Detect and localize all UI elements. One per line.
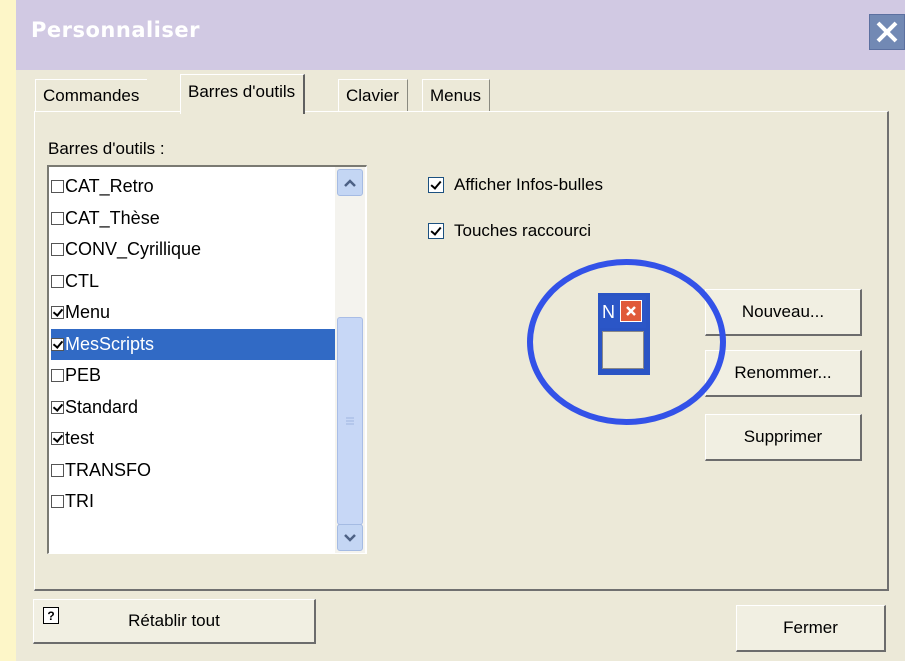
list-item[interactable]: Standard bbox=[51, 392, 335, 423]
list-item-label: TRI bbox=[65, 491, 94, 511]
option-shortcuts[interactable]: Touches raccourci bbox=[428, 221, 591, 241]
tooltips-checkbox[interactable] bbox=[428, 177, 444, 193]
list-item-checkbox[interactable] bbox=[51, 337, 64, 351]
scroll-down-button[interactable] bbox=[337, 524, 363, 551]
reset-all-label: Rétablir tout bbox=[128, 611, 220, 630]
tab-clavier[interactable]: Clavier bbox=[338, 79, 408, 112]
list-item-checkbox[interactable] bbox=[51, 463, 64, 477]
tab-barres-outils-label: Barres d'outils bbox=[188, 82, 296, 101]
list-item-label: CAT_Retro bbox=[65, 176, 154, 196]
list-item-checkbox[interactable] bbox=[51, 274, 64, 288]
toolbar-preview-titlebar: N bbox=[600, 296, 646, 328]
list-item[interactable]: MesScripts bbox=[51, 328, 335, 360]
reset-all-button[interactable]: ? Rétablir tout bbox=[33, 599, 316, 644]
list-item-checkbox[interactable] bbox=[51, 306, 64, 319]
title-bar: Personnaliser bbox=[16, 0, 905, 70]
listbox-scrollbar[interactable] bbox=[335, 167, 365, 553]
close-icon bbox=[876, 21, 898, 43]
tab-clavier-label: Clavier bbox=[346, 86, 399, 105]
toolbars-list-label: Barres d'outils : bbox=[48, 139, 165, 158]
help-icon: ? bbox=[43, 607, 59, 624]
list-item-label: PEB bbox=[65, 365, 102, 385]
list-item[interactable]: CAT_Thèse bbox=[51, 203, 335, 234]
list-item[interactable]: PEB bbox=[51, 360, 335, 391]
list-item[interactable]: Menu bbox=[51, 297, 335, 328]
list-item-label: TRANSFO bbox=[65, 459, 152, 480]
delete-toolbar-button[interactable]: Supprimer bbox=[705, 414, 862, 461]
toolbars-listbox[interactable]: CAT_Retro CAT_Thèse CONV_Cyrillique CTL Menu… bbox=[47, 165, 367, 554]
list-item-checkbox[interactable] bbox=[51, 495, 64, 508]
window-title: Personnaliser bbox=[31, 18, 200, 42]
scroll-up-button[interactable] bbox=[337, 169, 363, 196]
list-item[interactable]: CAT_Retro bbox=[51, 171, 335, 202]
list-item-label: Menu bbox=[65, 302, 111, 322]
new-toolbar-button[interactable]: Nouveau... bbox=[705, 289, 862, 336]
list-item-label: CAT_Thèse bbox=[65, 207, 160, 228]
toolbar-preview-close-icon bbox=[620, 300, 642, 322]
tab-commandes[interactable]: Commandes bbox=[35, 79, 148, 112]
list-item[interactable]: test bbox=[51, 423, 335, 454]
close-button[interactable]: Fermer bbox=[736, 605, 886, 652]
list-item-label: Standard bbox=[65, 396, 139, 417]
list-item-label: CONV_Cyrillique bbox=[65, 239, 202, 259]
tab-menus[interactable]: Menus bbox=[422, 79, 491, 112]
list-item[interactable]: TRANSFO bbox=[51, 455, 335, 486]
list-item-checkbox[interactable] bbox=[51, 432, 64, 445]
list-item-label: MesScripts bbox=[65, 333, 155, 354]
rename-toolbar-button[interactable]: Renommer... bbox=[705, 350, 862, 397]
list-item-checkbox[interactable] bbox=[51, 243, 64, 256]
grip-icon bbox=[346, 417, 354, 425]
tab-commandes-label: Commandes bbox=[43, 86, 140, 105]
shortcuts-label: Touches raccourci bbox=[454, 221, 592, 240]
close-window-button[interactable] bbox=[869, 14, 905, 50]
list-item-checkbox[interactable] bbox=[51, 180, 64, 193]
chevron-up-icon bbox=[344, 178, 356, 187]
option-tooltips[interactable]: Afficher Infos-bulles bbox=[428, 175, 603, 195]
tab-menus-label: Menus bbox=[430, 86, 482, 105]
list-item-label: CTL bbox=[65, 270, 100, 291]
tooltips-label: Afficher Infos-bulles bbox=[454, 175, 603, 194]
shortcuts-checkbox[interactable] bbox=[428, 223, 444, 239]
chevron-down-icon bbox=[344, 533, 356, 542]
list-item-label: test bbox=[65, 428, 95, 448]
list-item[interactable]: CTL bbox=[51, 266, 335, 297]
list-item[interactable]: TRI bbox=[51, 486, 335, 517]
toolbar-preview-body bbox=[602, 331, 644, 369]
toolbar-preview-letter: N bbox=[602, 301, 615, 322]
list-item-checkbox[interactable] bbox=[51, 369, 64, 382]
list-item-checkbox[interactable] bbox=[51, 211, 64, 225]
scroll-thumb[interactable] bbox=[337, 317, 363, 525]
toolbar-preview: N bbox=[598, 293, 650, 375]
list-item-checkbox[interactable] bbox=[51, 400, 64, 414]
tab-barres-outils[interactable]: Barres d'outils bbox=[180, 74, 306, 114]
list-item[interactable]: CONV_Cyrillique bbox=[51, 234, 335, 265]
